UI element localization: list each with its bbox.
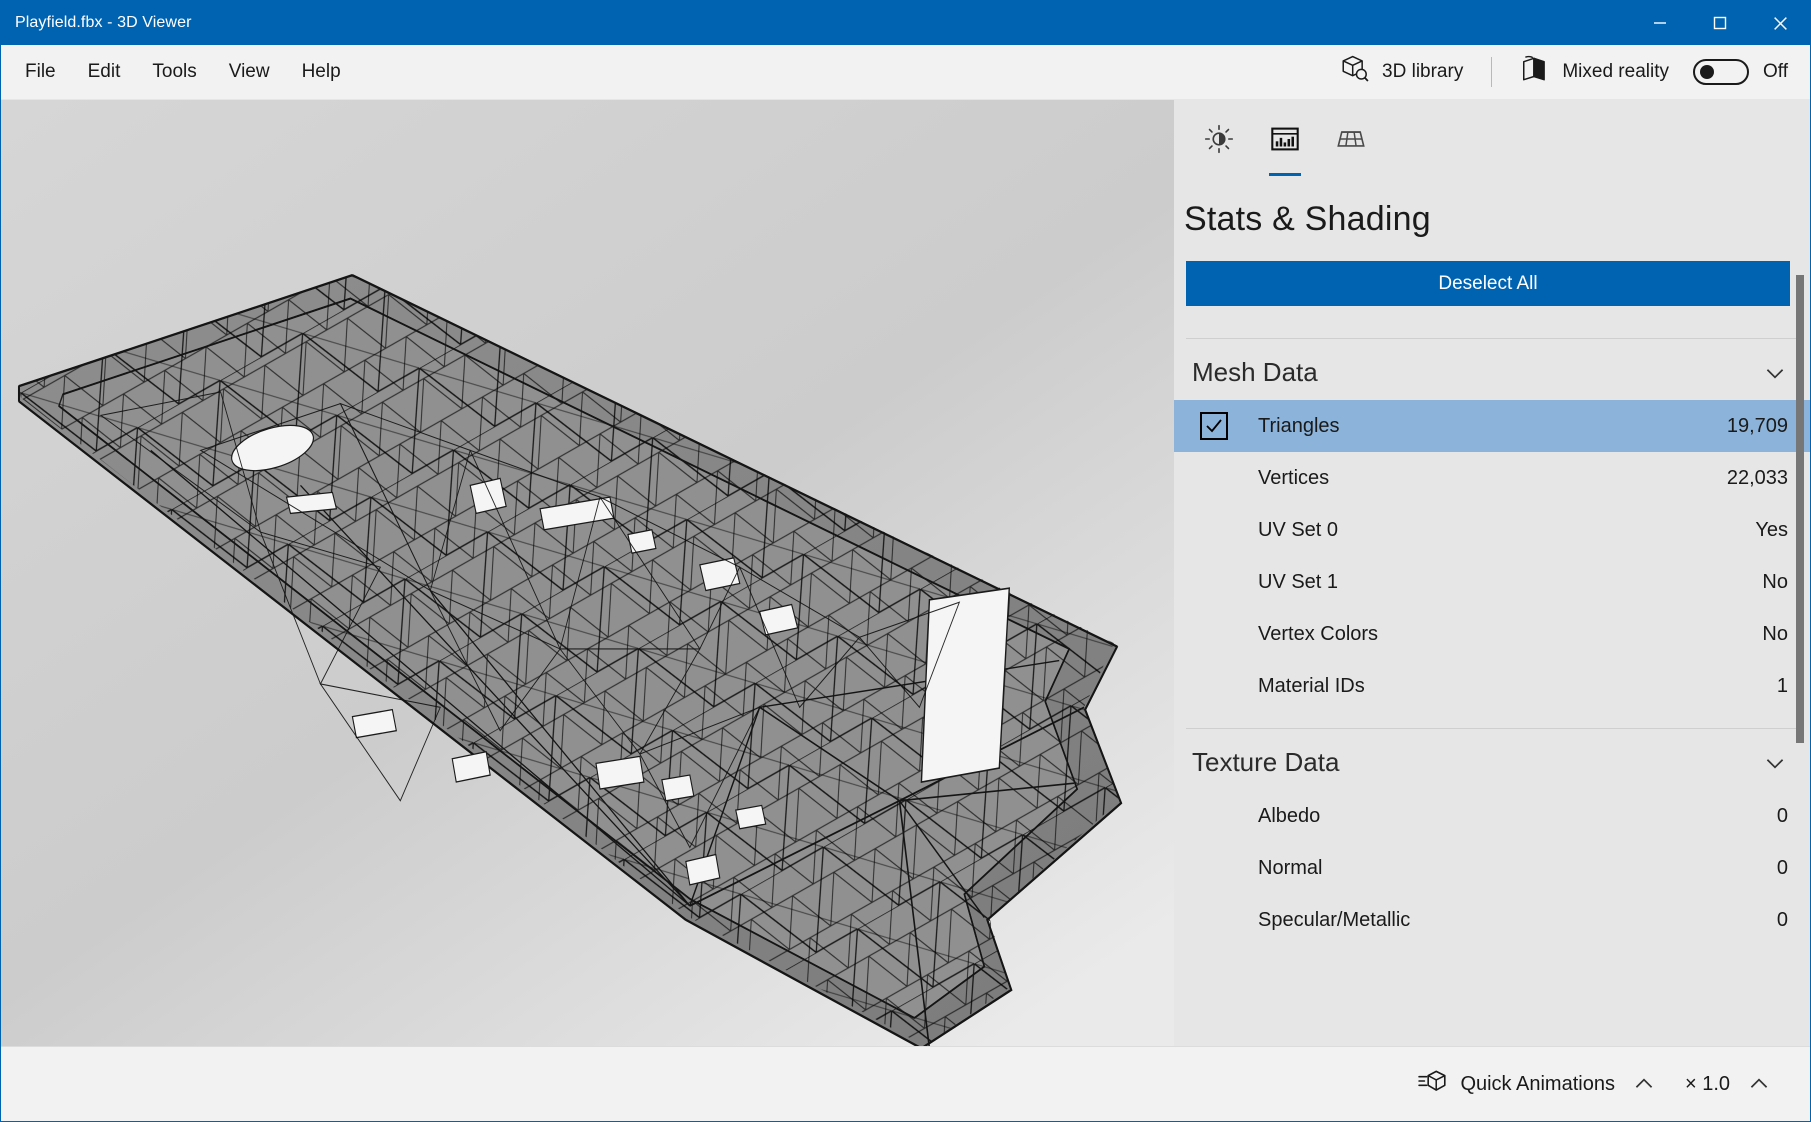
app-window: Playfield.fbx - 3D Viewer File Edit Tool… <box>0 0 1811 1122</box>
mixed-reality-button[interactable]: Mixed reality <box>1506 47 1683 97</box>
row-label: UV Set 1 <box>1258 570 1339 593</box>
stats-chart-icon <box>1270 124 1300 159</box>
section-header-mesh-data[interactable]: Mesh Data <box>1174 339 1810 400</box>
menu-bar: File Edit Tools View Help 3D library Mix… <box>1 45 1810 100</box>
chevron-down-icon <box>1762 360 1788 386</box>
row-normal[interactable]: Normal 0 <box>1174 842 1810 894</box>
row-uv-set-0[interactable]: UV Set 0 Yes <box>1174 504 1810 556</box>
menu-help[interactable]: Help <box>286 54 357 90</box>
animation-cube-icon <box>1418 1068 1448 1100</box>
mixed-reality-toggle[interactable] <box>1693 59 1749 85</box>
deselect-all-button[interactable]: Deselect All <box>1186 261 1790 306</box>
menu-view[interactable]: View <box>213 54 286 90</box>
row-value: 0 <box>1776 804 1788 827</box>
quick-animations-button[interactable]: Quick Animations <box>1406 1058 1673 1110</box>
row-value: 0 <box>1776 908 1788 931</box>
row-label: Normal <box>1258 856 1323 879</box>
mixed-reality-state: Off <box>1763 61 1788 82</box>
title-bar: Playfield.fbx - 3D Viewer <box>1 1 1810 45</box>
main-body: Stats & Shading Deselect All Mesh Data T… <box>1 100 1810 1046</box>
row-uv-set-1[interactable]: UV Set 1 No <box>1174 556 1810 608</box>
playback-speed-button[interactable]: × 1.0 <box>1673 1061 1788 1107</box>
close-button[interactable] <box>1750 1 1810 45</box>
properties-panel: Stats & Shading Deselect All Mesh Data T… <box>1174 100 1810 1046</box>
3d-library-label: 3D library <box>1382 61 1464 82</box>
row-label: Specular/Metallic <box>1258 908 1411 931</box>
chevron-up-icon[interactable] <box>1742 1071 1776 1097</box>
menu-bar-commands: 3D library Mixed reality Off <box>1326 46 1800 98</box>
window-title: Playfield.fbx - 3D Viewer <box>15 14 192 31</box>
row-value: No <box>1762 570 1788 593</box>
mixed-reality-label: Mixed reality <box>1562 61 1669 82</box>
row-value: Yes <box>1755 518 1788 541</box>
menu-edit[interactable]: Edit <box>72 54 137 90</box>
row-value: No <box>1762 622 1788 645</box>
section-header-texture-data[interactable]: Texture Data <box>1174 729 1810 790</box>
toggle-knob <box>1700 65 1714 79</box>
playback-speed-label: × 1.0 <box>1684 1072 1730 1095</box>
chevron-up-icon[interactable] <box>1627 1071 1661 1097</box>
row-vertex-colors[interactable]: Vertex Colors No <box>1174 608 1810 660</box>
tab-stats-shading[interactable] <box>1252 116 1318 176</box>
row-value: 1 <box>1776 674 1788 697</box>
chevron-down-icon <box>1762 750 1788 776</box>
section-title-mesh-data: Mesh Data <box>1192 357 1318 387</box>
tab-underline <box>1269 173 1301 176</box>
row-label: UV Set 0 <box>1258 518 1339 541</box>
row-label: Vertices <box>1258 466 1330 489</box>
window-controls <box>1630 1 1810 45</box>
minimize-button[interactable] <box>1630 1 1690 45</box>
lighting-sun-icon <box>1204 124 1234 159</box>
menu-file[interactable]: File <box>9 54 72 90</box>
3d-viewport[interactable] <box>1 100 1174 1046</box>
mixed-reality-icon <box>1520 55 1550 89</box>
maximize-button[interactable] <box>1690 1 1750 45</box>
scrollbar-thumb[interactable] <box>1796 275 1804 743</box>
environment-grid-icon <box>1336 124 1366 159</box>
row-label: Albedo <box>1258 804 1321 827</box>
row-value: 19,709 <box>1726 414 1788 437</box>
row-value: 22,033 <box>1726 466 1788 489</box>
page-title: Stats & Shading <box>1184 200 1431 238</box>
row-albedo[interactable]: Albedo 0 <box>1174 790 1810 842</box>
checkbox-checked-icon[interactable] <box>1200 412 1228 440</box>
status-bar: Quick Animations × 1.0 <box>1 1046 1810 1121</box>
row-label: Triangles <box>1258 414 1340 437</box>
row-label: Material IDs <box>1258 674 1365 697</box>
panel-scroll-area: Deselect All Mesh Data Triangles 19,709 <box>1174 239 1810 1046</box>
3d-model-playfield <box>1 100 1174 1046</box>
row-value: 0 <box>1776 856 1788 879</box>
row-triangles[interactable]: Triangles 19,709 <box>1174 400 1810 452</box>
menubar-divider <box>1491 57 1493 87</box>
tab-lighting[interactable] <box>1186 116 1252 172</box>
cube-search-icon <box>1340 54 1370 90</box>
panel-tab-strip <box>1174 100 1810 176</box>
row-label: Vertex Colors <box>1258 622 1379 645</box>
section-title-texture-data: Texture Data <box>1192 747 1340 777</box>
row-vertices[interactable]: Vertices 22,033 <box>1174 452 1810 504</box>
3d-library-button[interactable]: 3D library <box>1326 46 1477 98</box>
tab-environment[interactable] <box>1318 116 1384 172</box>
row-material-ids[interactable]: Material IDs 1 <box>1174 660 1810 712</box>
quick-animations-label: Quick Animations <box>1460 1072 1615 1095</box>
menu-tools[interactable]: Tools <box>136 54 212 90</box>
row-specular-metallic[interactable]: Specular/Metallic 0 <box>1174 894 1810 946</box>
